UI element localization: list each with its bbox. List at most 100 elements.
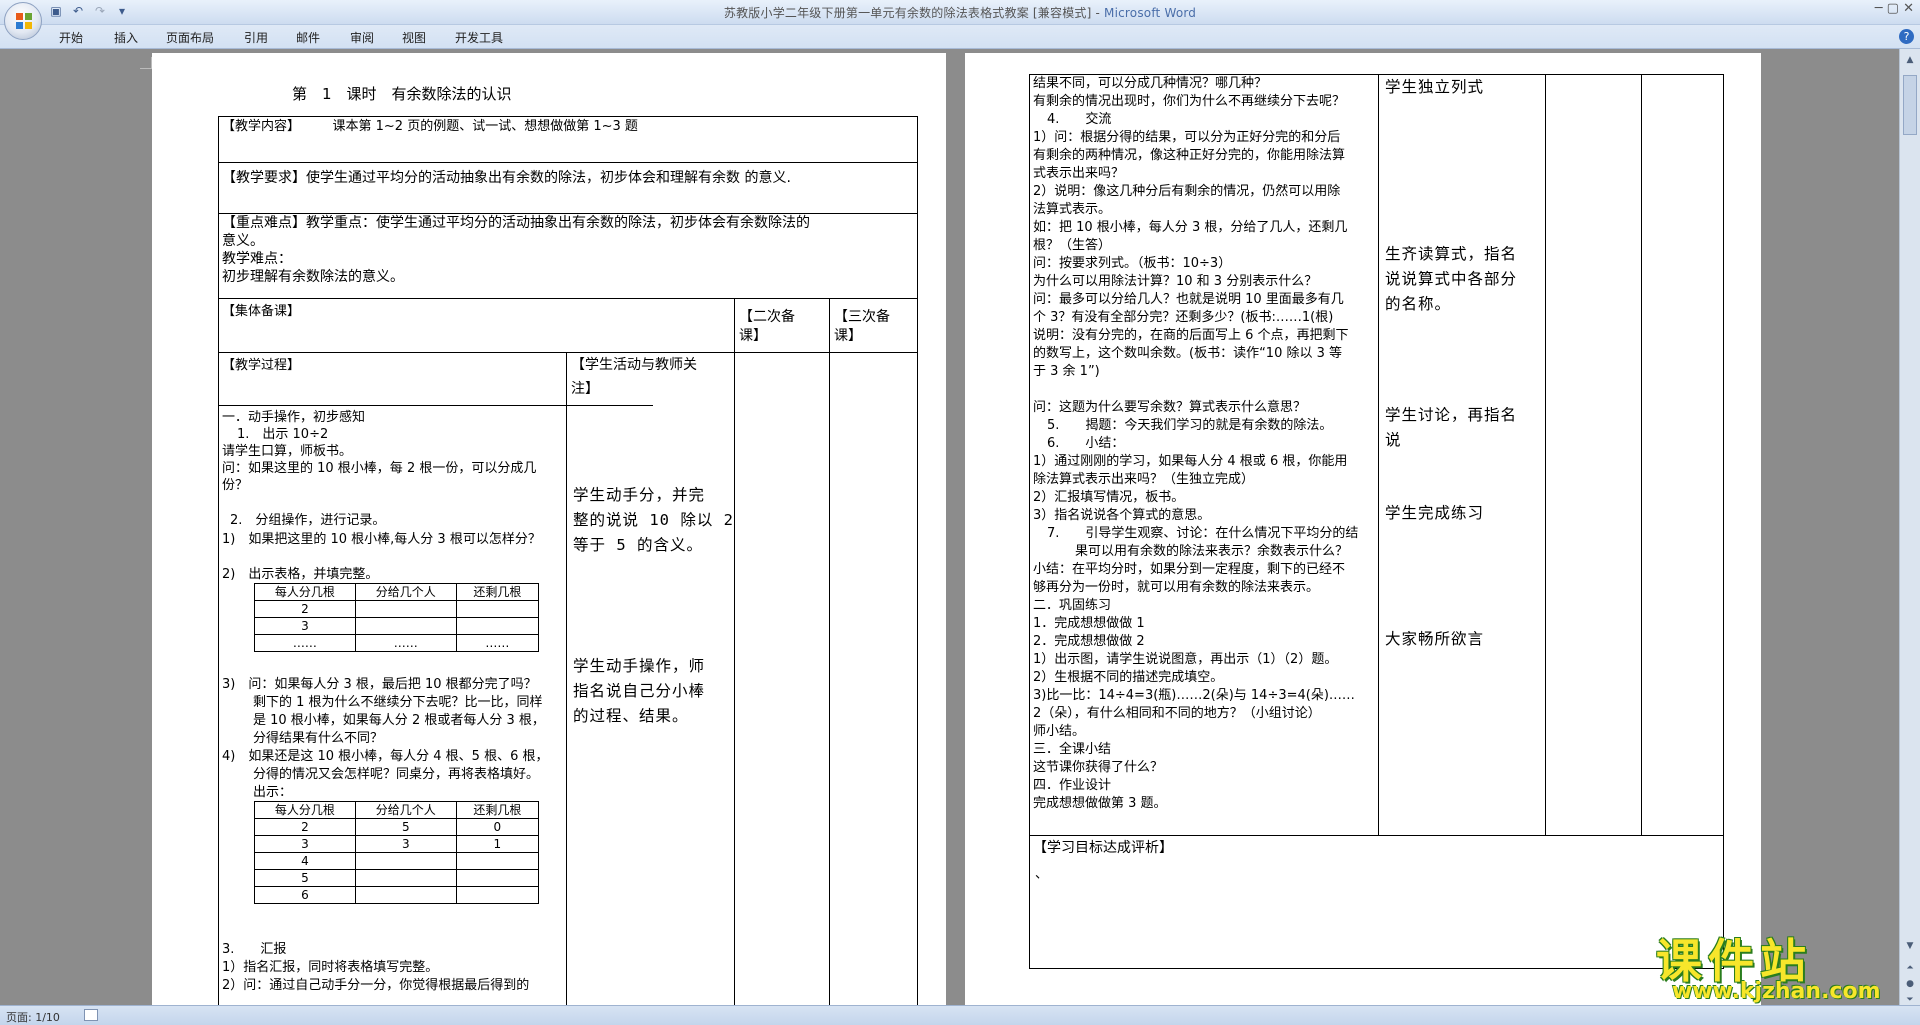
table-header: 分给几个人	[354, 801, 457, 819]
activity-note: 的过程、结果。	[573, 707, 689, 725]
process-line: 2）问：通过自己动手分一分，你觉得根据最后得到的	[222, 978, 530, 993]
process-line: 如：把 10 根小棒，每人分 3 根，分给了几人，还剩几	[1033, 220, 1348, 235]
keypoints-line: 初步理解有余数除法的意义。	[222, 269, 404, 285]
process-line: 这节课你获得了什么？	[1033, 760, 1164, 775]
process-line: 分得结果有什么不同？	[253, 731, 384, 746]
tab-references[interactable]: 引用	[244, 29, 268, 46]
record-table-1: 每人分几根 分给几个人 还剩几根 2 3 ………………	[254, 583, 540, 652]
process-line: 2）汇报填写情况，板书。	[1033, 490, 1185, 505]
browse-object-icon[interactable]: ●	[1903, 977, 1917, 991]
activity-note: 等于 5 的含义。	[573, 536, 703, 554]
page-indicator[interactable]: 页面: 1/10	[6, 1009, 60, 1025]
redo-icon[interactable]: ↷	[92, 3, 108, 19]
table-cell: 3	[254, 835, 356, 853]
scroll-thumb[interactable]	[1903, 75, 1917, 135]
process-line: 式表示出来吗？	[1033, 166, 1125, 181]
process-line: 果可以用有余数的除法来表示？余数表示什么？	[1075, 544, 1349, 559]
process-line: 1) 如果把这里的 10 根小棒,每人分 3 根可以怎样分？	[222, 532, 541, 547]
corner-mark	[140, 57, 152, 69]
table-header: 每人分几根	[254, 583, 356, 601]
activity-note: 指名说自己分小棒	[573, 682, 706, 700]
activity-note: 说说算式中各部分	[1385, 270, 1518, 288]
process-line: 够再分为一份时，就可以用有余数的除法来表示。	[1033, 580, 1320, 595]
process-line: 3. 汇报	[222, 942, 287, 957]
activity-note: 生齐读算式，指名	[1385, 245, 1518, 263]
tab-insert[interactable]: 插入	[114, 29, 138, 46]
status-bar: 页面: 1/10	[0, 1005, 1920, 1025]
help-icon[interactable]: ?	[1899, 29, 1914, 44]
proofing-icon[interactable]	[84, 1009, 98, 1021]
process-line: 1）通过刚刚的学习，如果每人分 4 根或 6 根，你能用	[1033, 454, 1348, 469]
window-title: 苏教版小学二年级下册第一单元有余数的除法表格式教案 [兼容模式] - Micro…	[723, 6, 1197, 20]
customize-qat-icon[interactable]: ▾	[114, 3, 130, 19]
process-line: 根？（生答）	[1033, 238, 1112, 253]
process-line: 6. 小结：	[1047, 436, 1125, 451]
table-cell: 3	[354, 835, 457, 853]
process-line: 师小结。	[1033, 724, 1086, 739]
tab-review[interactable]: 审阅	[350, 29, 374, 46]
page-1[interactable]: 第 1 课时 有余数除法的认识 【教学内容】 课本第 1~2 页的例题、试一试、…	[152, 53, 946, 1005]
table-cell: 6	[254, 886, 356, 904]
keypoints-line: 【重点难点】教学重点：使学生通过平均分的活动抽象出有余数的除法，初步体会有余数除…	[222, 215, 810, 231]
activity-note: 学生动手操作，师	[573, 657, 706, 675]
scroll-down-icon[interactable]: ▼	[1903, 939, 1917, 953]
table-header: 每人分几根	[254, 801, 356, 819]
vertical-scrollbar[interactable]: ▲ ▼ ⏶ ● ⏷	[1899, 49, 1920, 1005]
quick-access-toolbar: ▣ ↶ ↷ ▾	[48, 3, 130, 19]
table-header: 还剩几根	[455, 801, 540, 819]
activity-note: 整的说说 10 除以 2	[573, 511, 734, 529]
title-bar: 苏教版小学二年级下册第一单元有余数的除法表格式教案 [兼容模式] - Micro…	[0, 0, 1920, 25]
tab-page-layout[interactable]: 页面布局	[166, 29, 214, 46]
tab-view[interactable]: 视图	[402, 29, 426, 46]
process-line: 于 3 余 1”)	[1033, 364, 1100, 379]
watermark-url: www.kjzhan.com	[1672, 979, 1881, 1004]
tab-developer[interactable]: 开发工具	[455, 29, 503, 46]
third-prep-header: 课】	[834, 328, 862, 344]
activity-note: 学生讨论，再指名	[1385, 406, 1518, 424]
table-cell	[455, 852, 540, 870]
page-2[interactable]: 结果不同，可以分成几种情况？哪几种？ 有剩余的情况出现时，你们为什么不再继续分下…	[965, 53, 1761, 1005]
process-line: 问：如果这里的 10 根小棒，每 2 根一份，可以分成几	[222, 461, 537, 476]
table-cell	[354, 886, 457, 904]
undo-icon[interactable]: ↶	[70, 3, 86, 19]
process-line: 问：这题为什么要写余数？算式表示什么意思？	[1033, 400, 1307, 415]
process-line: 1）问：根据分得的结果，可以分为正好分完的和分后	[1033, 130, 1341, 145]
table-cell: 2	[254, 600, 356, 618]
process-line: 是 10 根小棒，如果每人分 2 根或者每人分 3 根，	[253, 713, 545, 728]
lesson-title: 第 1 课时 有余数除法的认识	[292, 85, 512, 103]
teaching-requirement: 【教学要求】使学生通过平均分的活动抽象出有余数的除法，初步体会和理解有余数 的意…	[222, 170, 791, 186]
collective-prep-header: 【集体备课】	[222, 304, 301, 319]
ribbon-tabs: 开始 插入 页面布局 引用 邮件 审阅 视图 开发工具 ?	[0, 25, 1920, 49]
scroll-up-icon[interactable]: ▲	[1903, 53, 1917, 67]
process-line: 个 3？有没有全部分完？还剩多少？(板书:……1(根)	[1033, 310, 1334, 325]
office-button[interactable]	[4, 2, 42, 40]
teaching-content: 【教学内容】 课本第 1~2 页的例题、试一试、想想做做第 1~3 题	[222, 119, 638, 134]
process-line: 1）出示图，请学生说说图意，再出示（1）（2）题。	[1033, 652, 1338, 667]
process-line: 结果不同，可以分成几种情况？哪几种？	[1033, 76, 1268, 91]
prev-page-icon[interactable]: ⏶	[1903, 961, 1917, 975]
table-cell: ……	[455, 634, 540, 652]
table-header: 分给几个人	[354, 583, 457, 601]
keypoints-line: 意义。	[222, 233, 264, 249]
process-line: 有剩余的情况出现时，你们为什么不再继续分下去呢？	[1033, 94, 1346, 109]
process-line: 2（朵），有什么相同和不同的地方？（小组讨论）	[1033, 706, 1321, 721]
process-line: 四．作业设计	[1033, 778, 1112, 793]
activity-note: 说	[1385, 431, 1402, 449]
process-line: 1）指名汇报，同时将表格填写完整。	[222, 960, 439, 975]
table-cell: 1	[455, 835, 540, 853]
activity-note: 学生动手分，并完	[573, 486, 706, 504]
table-cell	[354, 600, 457, 618]
tab-home[interactable]: 开始	[59, 29, 83, 46]
process-line: 3) 问：如果每人分 3 根，最后把 10 根都分完了吗？	[222, 677, 537, 692]
second-prep-header: 课】	[739, 328, 767, 344]
tab-mailings[interactable]: 邮件	[296, 29, 320, 46]
table-cell	[354, 869, 457, 887]
save-icon[interactable]: ▣	[48, 3, 64, 19]
activity-note: 大家畅所欲言	[1385, 630, 1485, 648]
activity-note: 学生独立列式	[1385, 78, 1485, 96]
process-line: 4. 交流	[1047, 112, 1112, 127]
third-prep-header: 【三次备	[834, 309, 890, 325]
record-table-2: 每人分几根 分给几个人 还剩几根 250 331 4 5 6	[254, 801, 540, 904]
activity-header: 注】	[571, 381, 599, 397]
window-controls[interactable]: ─ ▢ ✕	[1875, 1, 1914, 16]
